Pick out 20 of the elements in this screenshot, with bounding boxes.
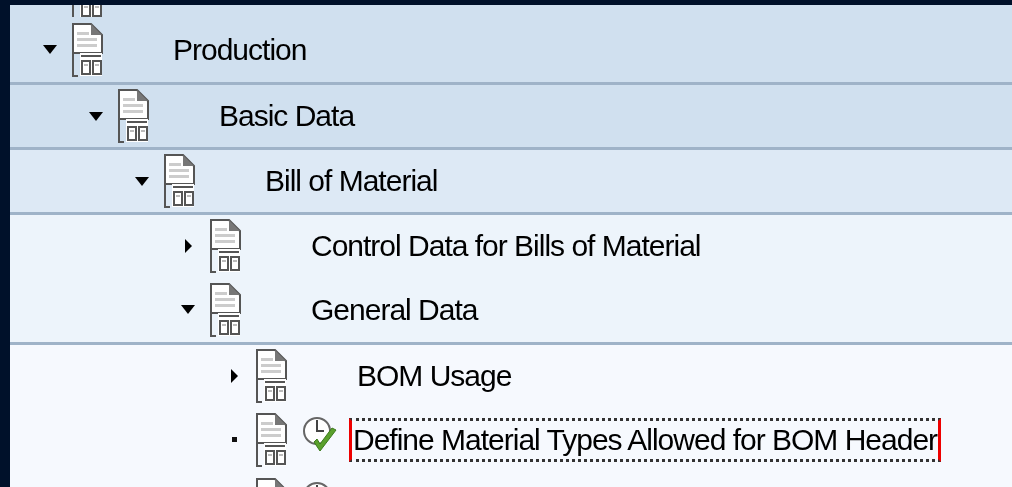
document-icon bbox=[256, 349, 288, 403]
tree-node-label[interactable]: Define Material Types Allowed for BOM Header bbox=[349, 417, 942, 462]
collapsed-triangle-icon[interactable] bbox=[230, 369, 238, 383]
expanded-triangle-icon[interactable] bbox=[89, 111, 103, 121]
document-icon bbox=[256, 412, 288, 467]
tree-node-label[interactable]: Basic Data bbox=[218, 97, 356, 135]
document-icon bbox=[210, 282, 242, 337]
bullet-icon bbox=[231, 437, 237, 442]
expanded-triangle-icon[interactable] bbox=[181, 305, 195, 314]
document-icon bbox=[164, 154, 196, 208]
tree-node-label[interactable]: BOM Usage bbox=[356, 357, 513, 395]
expanded-triangle-icon[interactable] bbox=[135, 176, 149, 186]
document-icon bbox=[118, 89, 150, 143]
document-icon bbox=[210, 219, 242, 273]
document-icon bbox=[72, 22, 104, 77]
tree-node-label[interactable]: Production bbox=[172, 30, 308, 69]
tree-node-label[interactable]: General Data bbox=[310, 290, 479, 329]
tree-node-label[interactable]: Bill of Material bbox=[264, 162, 439, 200]
collapsed-triangle-icon[interactable] bbox=[184, 239, 192, 253]
expanded-triangle-icon[interactable] bbox=[43, 45, 57, 54]
